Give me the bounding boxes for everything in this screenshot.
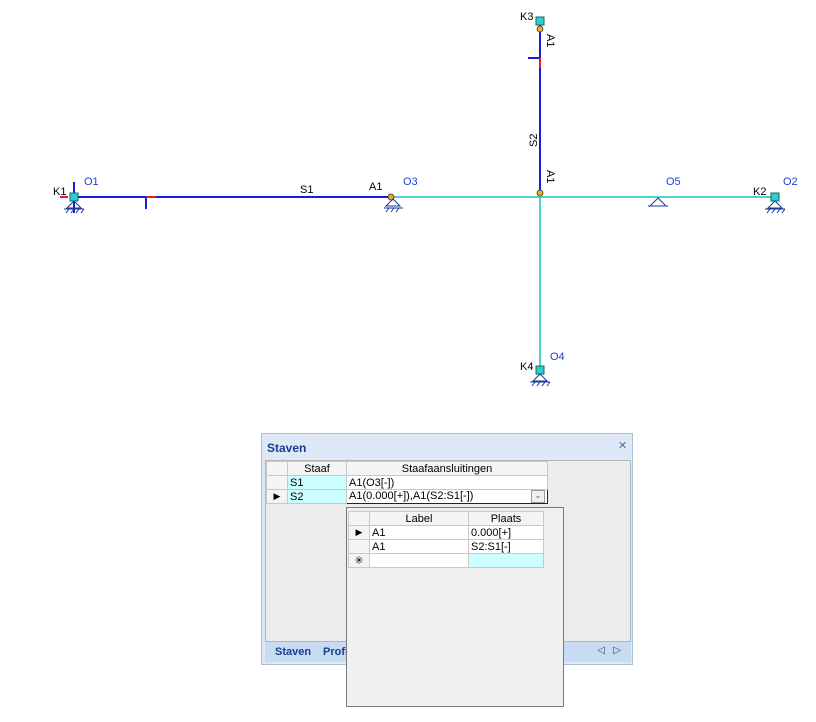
new-row-icon[interactable]: ✳ [348, 553, 370, 568]
cell-label[interactable]: A1 [369, 525, 469, 540]
scroll-left-icon[interactable]: ◁ [597, 645, 605, 656]
hinge-s2-bottom[interactable] [536, 189, 544, 197]
cell-aansluitingen-editing[interactable]: A1(0.000[+]),A1(S2:S1[-]) ⌄ [346, 489, 548, 504]
structure-canvas[interactable]: K1 O1 S1 A1 O3 O5 K2 O2 K3 K4 O4 A1 A1 S… [0, 0, 816, 420]
support-o3[interactable] [384, 198, 403, 213]
panel-title: Staven [267, 441, 307, 455]
label-o2: O2 [783, 176, 798, 188]
support-o5[interactable] [648, 197, 668, 207]
support-o4[interactable] [530, 373, 551, 387]
label-a1-s2-bottom: A1 [544, 170, 556, 183]
cell-plaats[interactable]: S2:S1[-] [468, 539, 544, 554]
node-k2[interactable] [770, 192, 780, 202]
column-header-label[interactable]: Label [369, 511, 469, 526]
table-row[interactable]: S1 A1(O3[-]) [266, 475, 548, 490]
hinge-s2-top[interactable] [536, 25, 544, 33]
label-o4: O4 [550, 351, 565, 363]
table-row[interactable]: A1 S2:S1[-] [348, 539, 544, 554]
corner-cell [266, 461, 288, 476]
column-header-staaf[interactable]: Staaf [287, 461, 347, 476]
column-header-aansluitingen[interactable]: Staafaansluitingen [346, 461, 548, 476]
label-s1: S1 [300, 184, 313, 196]
tab-scroll-arrows[interactable]: ◁ ▷ [597, 645, 621, 656]
close-icon[interactable]: × [618, 438, 627, 454]
cell-label[interactable]: A1 [369, 539, 469, 554]
cell-staaf[interactable]: S2 [287, 489, 347, 504]
aansluitingen-dropdown[interactable]: Label Plaats ▶ A1 0.000[+] A1 S2:S1[-] ✳ [346, 507, 564, 707]
cell-value: A1(0.000[+]),A1(S2:S1[-]) [349, 490, 474, 502]
label-k3: K3 [520, 11, 533, 23]
panel-title-bar[interactable]: Staven × [262, 434, 632, 460]
staven-table: Staaf Staafaansluitingen S1 A1(O3[-]) ▶ … [266, 461, 548, 504]
tab-profielen[interactable]: Profi [323, 646, 348, 658]
current-row-indicator[interactable]: ▶ [348, 525, 370, 540]
corner-cell [348, 511, 370, 526]
label-k1: K1 [53, 186, 66, 198]
label-s2: S2 [528, 134, 540, 147]
node-k4[interactable] [535, 365, 545, 375]
cell-plaats[interactable]: 0.000[+] [468, 525, 544, 540]
table-row-new[interactable]: ✳ [348, 553, 544, 568]
label-k2: K2 [753, 186, 766, 198]
label-o1: O1 [84, 176, 99, 188]
tab-staven[interactable]: Staven [275, 646, 311, 658]
label-o3: O3 [403, 176, 418, 188]
cell-label-new[interactable] [369, 553, 469, 568]
aansluitingen-table: Label Plaats ▶ A1 0.000[+] A1 S2:S1[-] ✳ [348, 511, 544, 568]
cell-staaf[interactable]: S1 [287, 475, 347, 490]
dropdown-button[interactable]: ⌄ [531, 490, 545, 503]
label-a1-s1: A1 [369, 181, 382, 193]
cell-plaats-new[interactable] [468, 553, 544, 568]
column-header-plaats[interactable]: Plaats [468, 511, 544, 526]
row-selector[interactable] [348, 539, 370, 554]
label-k4: K4 [520, 361, 533, 373]
node-k3[interactable] [535, 16, 545, 26]
node-k1[interactable] [69, 192, 79, 202]
current-row-indicator[interactable]: ▶ [266, 489, 288, 504]
scroll-right-icon[interactable]: ▷ [613, 645, 621, 656]
cell-aansluitingen[interactable]: A1(O3[-]) [346, 475, 548, 490]
support-o2[interactable] [765, 200, 786, 214]
table-row[interactable]: ▶ S2 A1(0.000[+]),A1(S2:S1[-]) ⌄ [266, 489, 548, 504]
label-o5: O5 [666, 176, 681, 188]
label-a1-s2-top: A1 [544, 34, 556, 47]
row-selector[interactable] [266, 475, 288, 490]
table-row[interactable]: ▶ A1 0.000[+] [348, 525, 544, 540]
